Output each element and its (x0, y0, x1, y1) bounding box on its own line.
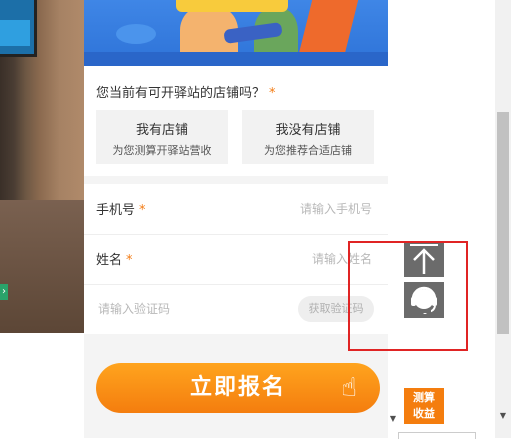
shelf-decoration (0, 200, 84, 333)
side-tab-arrow-icon[interactable]: › (0, 284, 8, 300)
phone-label-text: 手机号 (96, 203, 136, 218)
name-label-text: 姓名 (96, 253, 123, 268)
banner-illustration (84, 0, 388, 66)
signup-panel: 您当前有可开驿站的店铺吗？ * 我有店铺 为您测算开驿站营收 我没有店铺 为您推荐… (84, 0, 388, 438)
shop-question-text: 您当前有可开驿站的店铺吗？ (96, 86, 266, 101)
option-have-shop-title: 我有店铺 (135, 123, 188, 138)
verification-code-input[interactable] (96, 296, 280, 322)
calc-badge-line2: 收益 (413, 407, 435, 420)
scroll-down-arrow-icon[interactable]: ▼ (497, 410, 509, 422)
contact-form: 手机号* 姓名* 获取验证码 (84, 184, 388, 334)
option-no-shop-button[interactable]: 我没有店铺 为您推荐合适店铺 (242, 110, 374, 164)
annotation-highlight-box (348, 241, 468, 351)
required-mark: * (139, 203, 146, 218)
phone-row: 手机号 * (84, 184, 388, 235)
shop-question-section: 您当前有可开驿站的店铺吗？ * 我有店铺 为您测算开驿站营收 我没有店铺 为您推荐… (84, 66, 388, 176)
calculate-earnings-button[interactable]: 测算 收益 (404, 388, 444, 424)
option-no-shop-subtitle: 为您推荐合适店铺 (264, 144, 352, 157)
option-have-shop-subtitle: 为您测算开驿站营收 (112, 144, 212, 157)
scrollbar-thumb[interactable] (497, 112, 509, 334)
submit-signup-button[interactable]: 立即报名 ☝ (96, 363, 380, 413)
page-background (0, 333, 84, 438)
phone-label: 手机号 * (96, 199, 146, 218)
option-no-shop-title: 我没有店铺 (275, 123, 341, 138)
tap-hand-icon: ☝ (341, 373, 359, 403)
name-row: 姓名 * (84, 234, 388, 285)
background-photo: › (0, 0, 84, 333)
page-right-area (388, 0, 496, 438)
name-label: 姓名 * (96, 249, 133, 268)
shop-question: 您当前有可开驿站的店铺吗？ * (96, 82, 276, 101)
required-mark: * (269, 86, 276, 101)
wall-screen (0, 0, 37, 57)
submit-label: 立即报名 (189, 375, 286, 400)
calc-badge-line1: 测算 (413, 391, 435, 404)
option-have-shop-button[interactable]: 我有店铺 为您测算开驿站营收 (96, 110, 228, 164)
phone-input[interactable] (220, 196, 374, 222)
required-mark: * (126, 253, 133, 268)
panel-scroll-down-arrow-icon[interactable]: ▼ (388, 414, 398, 424)
